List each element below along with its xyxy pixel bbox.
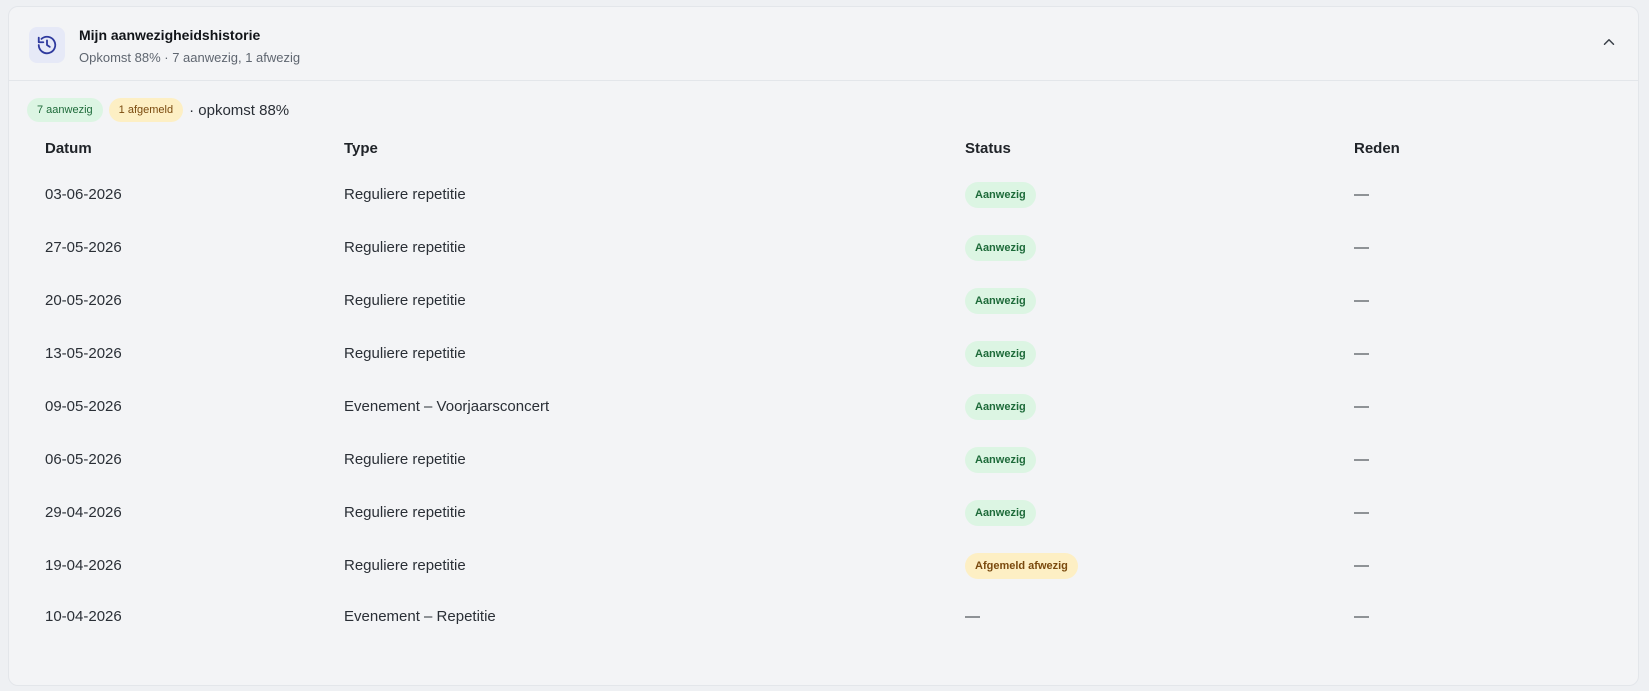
reason-cell: — [1354, 186, 1369, 203]
reason-cell: — [1354, 292, 1369, 309]
type-cell: Reguliere repetitie [344, 557, 466, 574]
table-header-row: Datum Type Status Reden [27, 128, 1622, 168]
table-body: 03-06-2026 Reguliere repetitie Aanwezig —27… [27, 168, 1622, 641]
table-row: 19-04-2026 Reguliere repetitie Afgemeld af… [27, 539, 1622, 592]
date-cell: 09-05-2026 [45, 398, 122, 415]
present-count-badge: 7 aanwezig [27, 98, 103, 122]
table-row: 13-05-2026 Reguliere repetitie Aanwezig — [27, 327, 1622, 380]
status-cell: Aanwezig [947, 433, 1336, 486]
reason-cell: — [1354, 557, 1369, 574]
status-cell: Aanwezig [947, 327, 1336, 380]
status-badge: Aanwezig [965, 340, 1036, 367]
table-row: 29-04-2026 Reguliere repetitie Aanwezig — [27, 486, 1622, 539]
date-cell: 03-06-2026 [45, 186, 122, 203]
card-header[interactable]: Mijn aanwezigheidshistorie Opkomst 88% ·… [9, 7, 1638, 81]
date-cell: 10-04-2026 [45, 608, 122, 625]
type-cell: Reguliere repetitie [344, 504, 466, 521]
column-header-date: Datum [45, 139, 92, 157]
status-cell: Aanwezig [947, 274, 1336, 327]
status-badge: Aanwezig [965, 499, 1036, 526]
card-title: Mijn aanwezigheidshistorie [79, 27, 261, 43]
table-row: 06-05-2026 Reguliere repetitie Aanwezig — [27, 433, 1622, 486]
reason-cell: — [1354, 608, 1369, 625]
collapse-button[interactable] [1594, 29, 1624, 59]
status-cell: Afgemeld afwezig [947, 539, 1336, 592]
table-row: 20-05-2026 Reguliere repetitie Aanwezig — [27, 274, 1622, 327]
history-icon [29, 27, 65, 63]
reason-cell: — [1354, 451, 1369, 468]
status-badge: Afgemeld afwezig [965, 552, 1078, 579]
chevron-up-icon [1600, 33, 1618, 56]
date-cell: 13-05-2026 [45, 345, 122, 362]
status-badge: Aanwezig [965, 234, 1036, 261]
reason-cell: — [1354, 504, 1369, 521]
status-cell: — [965, 608, 980, 625]
attendance-table: Datum Type Status Reden 03-06-2026 Reguli… [27, 128, 1622, 641]
column-header-reason: Reden [1354, 139, 1400, 157]
status-cell: Aanwezig [947, 168, 1336, 221]
reason-cell: — [1354, 239, 1369, 256]
status-cell: Aanwezig [947, 380, 1336, 433]
date-cell: 20-05-2026 [45, 292, 122, 309]
type-cell: Reguliere repetitie [344, 345, 466, 362]
type-cell: Reguliere repetitie [344, 186, 466, 203]
status-cell: Aanwezig [947, 221, 1336, 274]
date-cell: 19-04-2026 [45, 557, 122, 574]
date-cell: 27-05-2026 [45, 239, 122, 256]
date-cell: 06-05-2026 [45, 451, 122, 468]
card-subtitle: Opkomst 88% · 7 aanwezig, 1 afwezig [79, 50, 301, 65]
status-badge: Aanwezig [965, 287, 1036, 314]
reason-cell: — [1354, 398, 1369, 415]
type-cell: Evenement – Voorjaarsconcert [344, 398, 550, 415]
type-cell: Evenement – Repetitie [344, 608, 496, 625]
attendance-rate-text: · opkomst 88% [189, 101, 290, 119]
type-cell: Reguliere repetitie [344, 451, 466, 468]
excused-count-badge: 1 afgemeld [108, 98, 184, 122]
table-row: 10-04-2026 Evenement – Repetitie — — [27, 592, 1622, 641]
status-badge: Aanwezig [965, 393, 1036, 420]
type-cell: Reguliere repetitie [344, 239, 466, 256]
table-row: 03-06-2026 Reguliere repetitie Aanwezig — [27, 168, 1622, 221]
column-header-type: Type [344, 139, 378, 157]
status-badge: Aanwezig [965, 181, 1036, 208]
attendance-summary: 7 aanwezig 1 afgemeld · opkomst 88% [27, 98, 289, 122]
type-cell: Reguliere repetitie [344, 292, 466, 309]
date-cell: 29-04-2026 [45, 504, 122, 521]
table-row: 09-05-2026 Evenement – Voorjaarsconcert Aa… [27, 380, 1622, 433]
status-badge: Aanwezig [965, 446, 1036, 473]
attendance-history-card: Mijn aanwezigheidshistorie Opkomst 88% ·… [8, 6, 1639, 686]
table-row: 27-05-2026 Reguliere repetitie Aanwezig — [27, 221, 1622, 274]
status-cell: Aanwezig [947, 486, 1336, 539]
column-header-status: Status [965, 139, 1011, 157]
reason-cell: — [1354, 345, 1369, 362]
